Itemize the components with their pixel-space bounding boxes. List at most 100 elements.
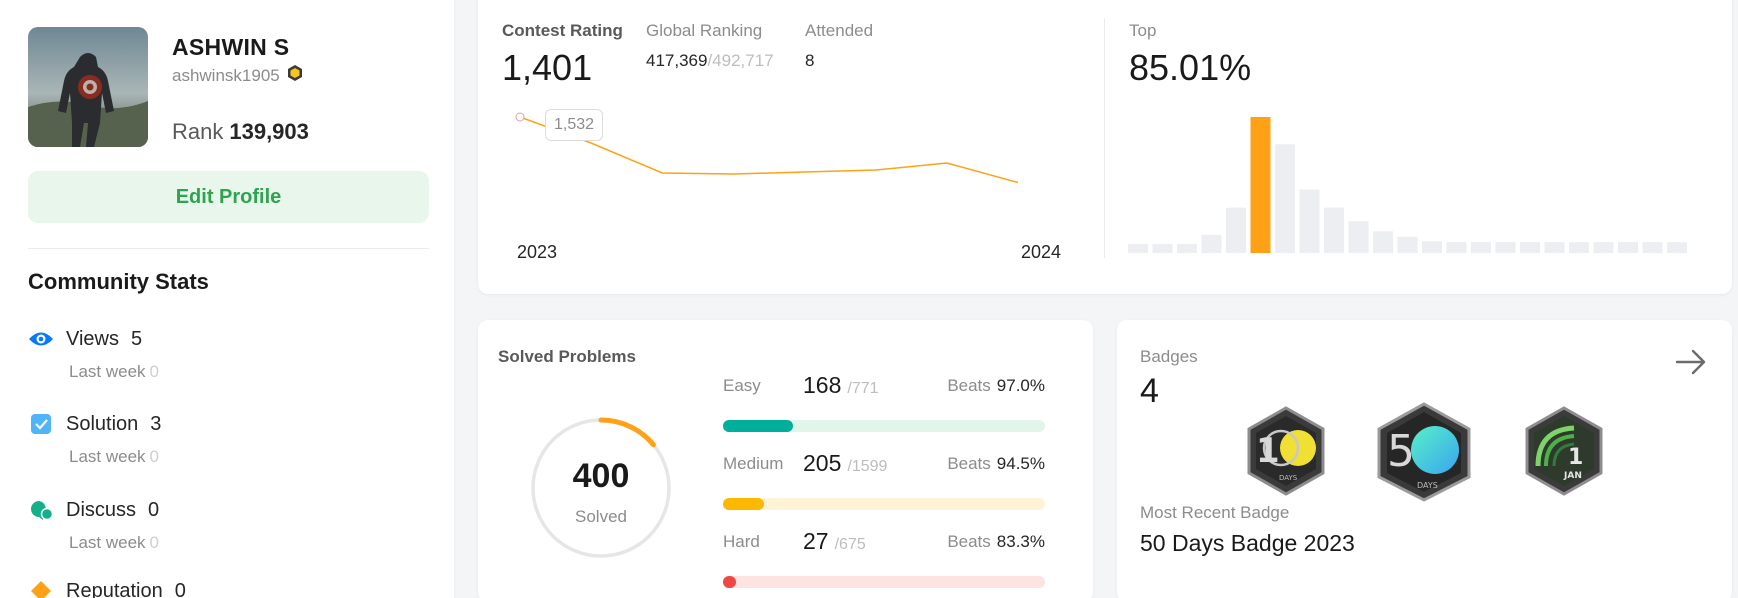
- hard-progress-bar: [723, 576, 1045, 588]
- rank: Rank 139,903: [172, 119, 309, 145]
- badge-jan-icon[interactable]: 1 JAN: [1524, 406, 1604, 501]
- distribution-bar: [1593, 242, 1614, 253]
- rating-point: [515, 112, 525, 122]
- distribution-bar: [1495, 242, 1516, 253]
- username: ASHWIN S: [172, 34, 290, 60]
- solved-total-label: Solved: [575, 507, 627, 526]
- rating-line-chart[interactable]: [478, 0, 1098, 294]
- hard-progress-fill: [723, 576, 736, 588]
- stat-label: Discuss: [66, 498, 137, 521]
- distribution-bar: [1569, 242, 1589, 253]
- hexagon-badge-icon: [286, 64, 304, 87]
- beats-label: Beats: [947, 532, 991, 551]
- stat-value: 0: [174, 579, 186, 598]
- reputation-icon: [28, 578, 54, 598]
- badge-number: 5: [1387, 426, 1415, 477]
- distribution-bar: [1152, 243, 1173, 253]
- stat-views: Views 5 Last week 0: [28, 326, 159, 382]
- rank-value: 139,903: [229, 119, 309, 144]
- last-week-label: Last week: [69, 447, 146, 466]
- avatar[interactable]: [28, 27, 148, 147]
- last-week-value: 0: [149, 362, 160, 381]
- most-recent-badge-value: 50 Days Badge 2023: [1140, 530, 1355, 556]
- stat-value: 3: [150, 412, 162, 435]
- distribution-bar: [1348, 221, 1369, 253]
- stat-discuss: Discuss 0 Last week 0: [28, 497, 159, 553]
- year-end: 2024: [1021, 242, 1062, 262]
- beats-value: 97.0%: [996, 376, 1045, 395]
- badge-100-days-icon[interactable]: 1 DAYS: [1246, 406, 1326, 501]
- distribution-bar: [1275, 144, 1295, 253]
- distribution-bar: [1520, 242, 1540, 253]
- last-week-value: 0: [149, 447, 160, 466]
- difficulty-total: /675: [834, 536, 866, 553]
- distribution-bar: [1544, 242, 1565, 253]
- badge-caption: DAYS: [1279, 474, 1298, 482]
- last-week-label: Last week: [69, 533, 146, 552]
- distribution-bar: [1471, 242, 1491, 253]
- distribution-bar: [1667, 242, 1687, 253]
- difficulty-medium[interactable]: Medium 205/1599 Beats 94.5%: [723, 450, 1045, 510]
- beats-value: 83.3%: [996, 532, 1045, 551]
- last-week-label: Last week: [69, 362, 146, 381]
- difficulty-count: 205: [803, 450, 842, 476]
- rating-distribution-chart[interactable]: [1118, 108, 1718, 258]
- beats-label: Beats: [947, 376, 991, 395]
- stat-solution: Solution 3 Last week 0: [28, 411, 161, 467]
- stat-label: Views: [66, 327, 119, 350]
- check-square-icon: [28, 411, 54, 437]
- beats-value: 94.5%: [996, 454, 1045, 473]
- ring-progress: [598, 417, 656, 448]
- badge-number: 1: [1256, 431, 1280, 471]
- profile-sidebar: ASHWIN S ashwinsk1905 Rank 139,903 Edit P…: [0, 0, 454, 598]
- distribution-bar: [1397, 236, 1418, 253]
- top-value: 85.01%: [1129, 47, 1252, 88]
- difficulty-count: 168: [803, 372, 842, 398]
- last-week-value: 0: [149, 533, 160, 552]
- divider: [1104, 18, 1105, 258]
- discuss-icon: [28, 497, 54, 523]
- stat-label: Solution: [66, 412, 139, 435]
- badges-count: 4: [1140, 372, 1159, 410]
- beats-label: Beats: [947, 454, 991, 473]
- stat-label: Reputation: [66, 579, 163, 598]
- solved-title: Solved Problems: [498, 347, 636, 366]
- distribution-bar: [1324, 207, 1344, 253]
- badges-card: Badges 4 1 DAYS 5 DAYS 1 JAN Most Recent…: [1117, 320, 1732, 598]
- difficulty-hard[interactable]: Hard 27/675 Beats 83.3%: [723, 528, 1045, 588]
- badge-number: 1: [1568, 445, 1583, 470]
- difficulty-count: 27: [803, 528, 829, 554]
- contest-card: Contest Rating 1,401 Global Ranking 417,…: [478, 0, 1732, 294]
- distribution-bar: [1177, 243, 1197, 253]
- solved-problems-card: Solved Problems 400 Solved Easy 168/771 …: [478, 320, 1093, 598]
- difficulty-name: Medium: [723, 454, 784, 473]
- rank-label: Rank: [172, 119, 224, 144]
- community-stats-title: Community Stats: [28, 269, 209, 294]
- badges-title: Badges: [1140, 347, 1198, 366]
- difficulty-name: Easy: [723, 376, 761, 395]
- user-handle: ashwinsk1905: [172, 64, 304, 87]
- solved-total: 400: [572, 457, 630, 495]
- distribution-bar: [1422, 241, 1442, 253]
- distribution-bar: [1642, 242, 1663, 253]
- medium-progress-fill: [723, 498, 765, 510]
- difficulty-total: /1599: [847, 458, 888, 475]
- badge-caption: DAYS: [1417, 481, 1438, 490]
- difficulty-total: /771: [847, 380, 879, 397]
- badge-50-days-icon[interactable]: 5 DAYS: [1375, 402, 1473, 507]
- distribution-bar: [1373, 231, 1393, 253]
- badge-caption: JAN: [1563, 471, 1582, 481]
- arrow-right-icon[interactable]: [1673, 344, 1709, 385]
- divider: [28, 248, 429, 249]
- top-label: Top: [1129, 21, 1157, 40]
- eye-icon: [28, 326, 54, 352]
- distribution-bar: [1250, 117, 1271, 253]
- distribution-bar: [1446, 242, 1467, 253]
- difficulty-name: Hard: [723, 532, 760, 551]
- difficulty-easy[interactable]: Easy 168/771 Beats 97.0%: [723, 372, 1045, 432]
- easy-progress-fill: [723, 420, 794, 432]
- easy-progress-bar: [723, 420, 1045, 432]
- handle-text: ashwinsk1905: [172, 65, 280, 85]
- edit-profile-button[interactable]: Edit Profile: [28, 171, 429, 223]
- stat-reputation: Reputation 0: [28, 578, 186, 598]
